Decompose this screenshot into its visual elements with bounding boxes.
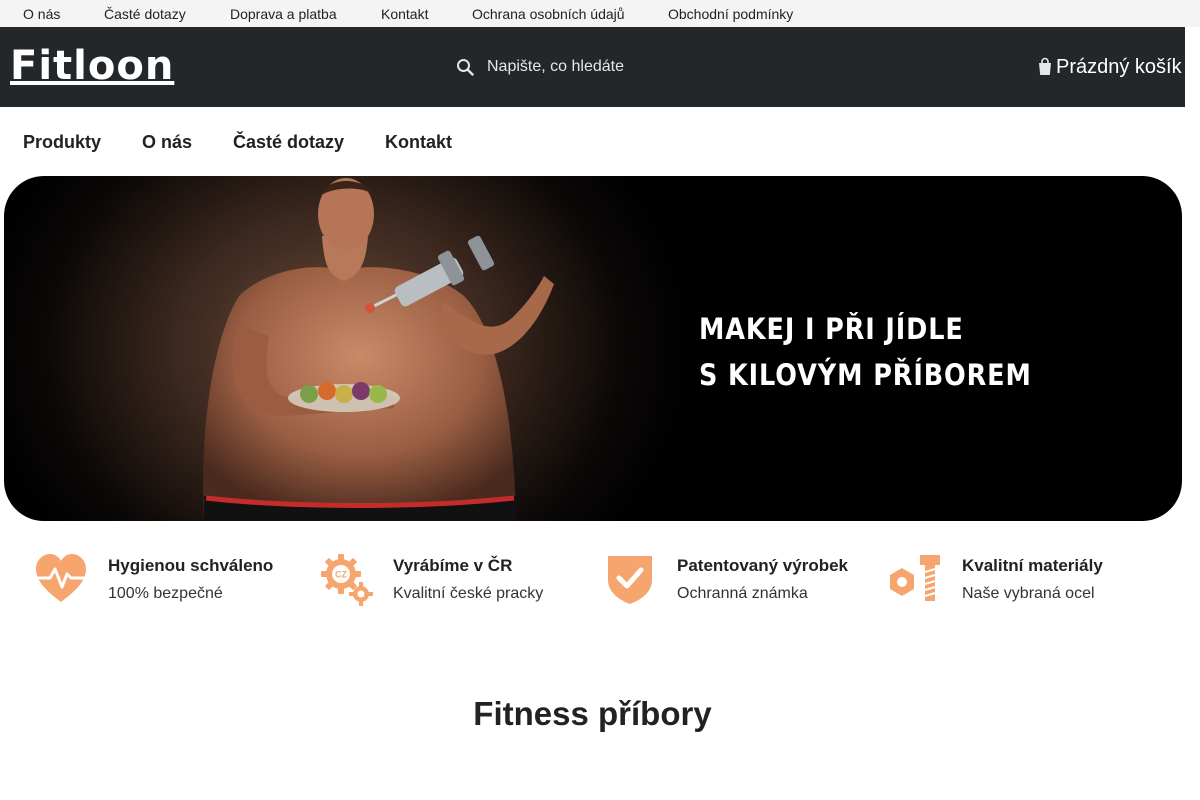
hero-headline: MAKEJ I PŘI JÍDLE S KILOVÝM PŘÍBOREM <box>699 306 1032 398</box>
nav-item-caste-dotazy[interactable]: Časté dotazy <box>233 132 344 153</box>
nav-item-o-nas[interactable]: O nás <box>142 132 192 153</box>
site-logo[interactable]: Fitloon <box>10 43 174 89</box>
svg-text:CZ: CZ <box>335 570 347 580</box>
hero-banner[interactable]: MAKEJ I PŘI JÍDLE S KILOVÝM PŘÍBOREM <box>4 176 1182 521</box>
feature-title: Patentovaný výrobek <box>677 556 849 575</box>
feature-subtitle: 100% bezpečné <box>108 585 223 602</box>
search-icon[interactable] <box>456 58 474 76</box>
nav-item-kontakt[interactable]: Kontakt <box>385 132 452 153</box>
feature-subtitle: Ochranná známka <box>677 585 808 602</box>
shield-check-icon <box>608 556 652 604</box>
feature-subtitle: Naše vybraná ocel <box>962 585 1095 602</box>
feature-hygiene: Hygienou schváleno 100% bezpečné <box>34 550 304 610</box>
topbar-link-o-nas[interactable]: O nás <box>23 6 60 22</box>
site-header: Fitloon Napište, co hledáte Prázdný koší… <box>0 27 1185 107</box>
feature-title: Vyrábíme v ČR <box>393 556 513 575</box>
hero-headline-line1: MAKEJ I PŘI JÍDLE <box>699 312 964 346</box>
topbar-link-caste-dotazy[interactable]: Časté dotazy <box>104 6 186 22</box>
section-title: Fitness příbory <box>473 695 712 732</box>
feature-title: Hygienou schváleno <box>108 556 274 575</box>
top-utility-bar: O nás Časté dotazy Doprava a platba Kont… <box>0 0 1200 27</box>
gear-cz-icon: CZ <box>321 554 373 606</box>
cart-icon <box>1039 57 1051 75</box>
hero-image-athlete <box>203 178 554 521</box>
feature-subtitle: Kvalitní české pracky <box>393 585 544 602</box>
nav-item-produkty[interactable]: Produkty <box>23 132 101 153</box>
topbar-link-doprava-a-platba[interactable]: Doprava a platba <box>230 6 337 22</box>
hero-headline-line2: S KILOVÝM PŘÍBOREM <box>699 358 1032 392</box>
feature-patent: Patentovaný výrobek Ochranná známka <box>603 550 873 610</box>
feature-title: Kvalitní materiály <box>962 556 1103 575</box>
cart-button[interactable]: Prázdný košík <box>1034 47 1184 87</box>
cart-label[interactable]: Prázdný košík <box>1056 56 1182 79</box>
heart-pulse-icon <box>36 554 86 602</box>
nut-bolt-icon <box>890 555 940 601</box>
topbar-link-ochrana-osobnich-udaju[interactable]: Ochrana osobních údajů <box>472 6 625 22</box>
topbar-link-obchodni-podminky[interactable]: Obchodní podmínky <box>668 6 793 22</box>
search-box[interactable]: Napište, co hledáte <box>452 47 752 87</box>
feature-made-in-cz: CZ Vyrábíme v ČR Kvalitní české pracky <box>319 550 589 610</box>
search-input[interactable]: Napište, co hledáte <box>487 58 624 76</box>
topbar-link-kontakt[interactable]: Kontakt <box>381 6 428 22</box>
feature-materials: Kvalitní materiály Naše vybraná ocel <box>888 550 1158 610</box>
